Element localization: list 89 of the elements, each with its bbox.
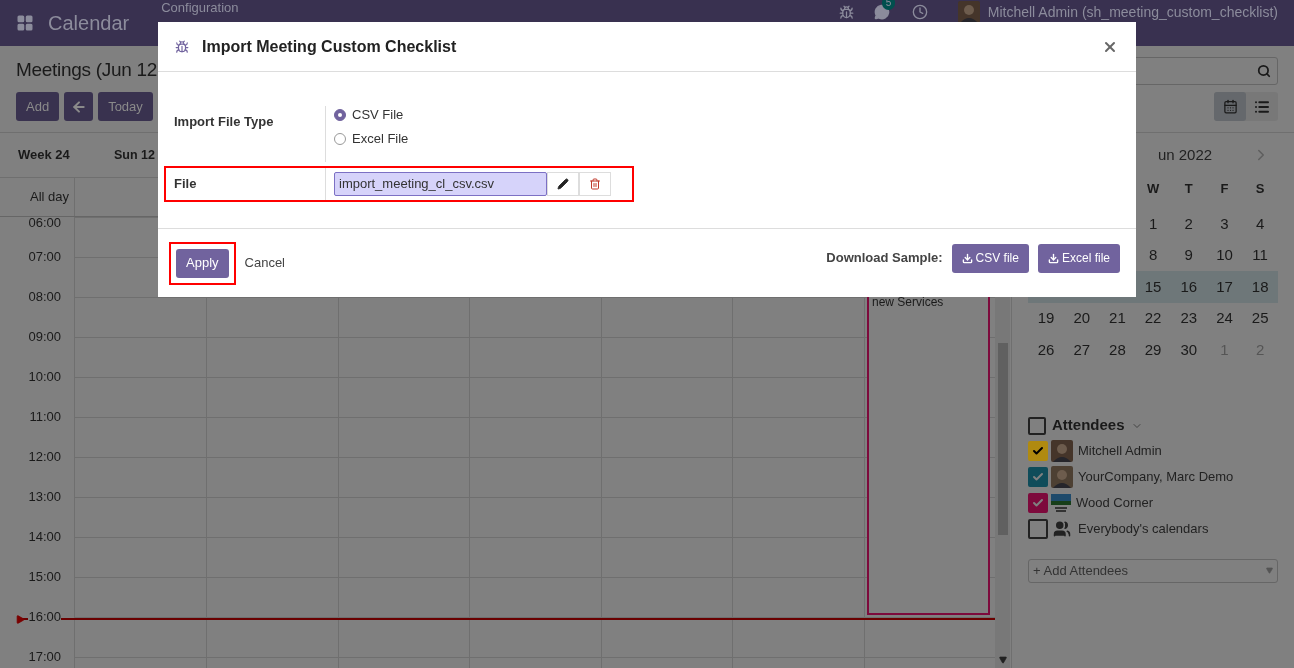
calendar-day[interactable]: 28 xyxy=(1099,338,1136,361)
trash-icon xyxy=(589,178,601,190)
radio-label[interactable]: Excel File xyxy=(352,129,409,149)
calendar-day[interactable]: 8 xyxy=(1135,244,1171,267)
pencil-icon xyxy=(557,178,569,190)
radio-label[interactable]: CSV File xyxy=(352,105,404,125)
apply-button[interactable]: Apply xyxy=(176,248,229,278)
calendar-day[interactable]: 29 xyxy=(1135,338,1171,361)
toolbar-button[interactable]: Add xyxy=(16,92,60,121)
check-icon xyxy=(1032,470,1044,483)
calendar-day[interactable]: 30 xyxy=(1170,338,1207,361)
download-sample-label: Download Sample: xyxy=(826,249,943,268)
calendar-day[interactable]: 15 xyxy=(1135,275,1171,298)
calendar-day[interactable]: 16 xyxy=(1170,275,1207,298)
calendar-view-button[interactable] xyxy=(1214,92,1246,121)
scroll-down-icon[interactable] xyxy=(998,656,1007,664)
download-button[interactable]: CSV file xyxy=(951,243,1029,273)
calendar-day[interactable]: 22 xyxy=(1135,307,1171,330)
weekday-label: W xyxy=(1145,180,1161,199)
checkbox[interactable] xyxy=(1028,440,1048,461)
search-icon[interactable] xyxy=(1257,64,1271,78)
checkbox[interactable] xyxy=(1028,492,1048,513)
calendar-day[interactable]: 1 xyxy=(1135,212,1171,235)
delete-button[interactable] xyxy=(579,172,611,196)
avatar xyxy=(1051,465,1073,488)
calendar-day[interactable]: 24 xyxy=(1206,307,1243,330)
weekday-label: S xyxy=(1254,180,1266,199)
user-menu[interactable]: Mitchell Admin (sh_meeting_custom_checklist) xyxy=(987,1,1278,23)
calendar-day[interactable]: 19 xyxy=(1028,307,1064,330)
dropdown-icon[interactable] xyxy=(1266,567,1273,574)
attendee-name[interactable]: Everybody's calendars xyxy=(1078,518,1209,539)
attendee-name[interactable]: Wood Corner xyxy=(1076,492,1154,513)
debug-icon[interactable] xyxy=(838,4,854,20)
field-label: File xyxy=(174,176,197,191)
checkbox[interactable] xyxy=(1028,518,1048,539)
activity-icon[interactable] xyxy=(911,4,928,20)
avatar xyxy=(957,1,980,23)
day-header[interactable]: Sun 12 xyxy=(75,145,155,165)
download-button[interactable]: Excel file xyxy=(1037,243,1120,273)
month-title: un 2022 xyxy=(1156,144,1213,165)
notification-badge: 5 xyxy=(881,0,896,10)
calendar-day[interactable]: 23 xyxy=(1170,307,1207,330)
calendar-day[interactable]: 3 xyxy=(1206,212,1243,235)
calendar-day[interactable]: 9 xyxy=(1170,244,1207,267)
download-icon xyxy=(961,252,973,264)
file-name-field[interactable]: import_meeting_cl_csv.csv xyxy=(334,172,547,196)
menu-item[interactable]: Configuration xyxy=(161,1,239,15)
calendar-day[interactable]: 17 xyxy=(1206,275,1243,298)
field-label: Import File Type xyxy=(174,114,274,129)
toolbar-button[interactable]: Today xyxy=(98,92,153,121)
check-icon xyxy=(1032,444,1044,457)
weekday-label: T xyxy=(1183,180,1194,199)
users-icon xyxy=(1053,519,1071,538)
list-icon xyxy=(1254,98,1270,115)
app-title: Calendar xyxy=(48,11,130,36)
calendar-day[interactable]: 21 xyxy=(1099,307,1136,330)
radio-button[interactable] xyxy=(334,133,346,145)
calendar-day[interactable]: 18 xyxy=(1242,275,1278,298)
week-number: Week 24 xyxy=(17,146,71,165)
event-title: new Services xyxy=(872,295,944,309)
calendar-day[interactable]: 10 xyxy=(1206,244,1243,267)
attendee-name[interactable]: YourCompany, Marc Demo xyxy=(1078,466,1234,487)
calendar-day[interactable]: 27 xyxy=(1063,338,1100,361)
checkbox[interactable] xyxy=(1028,416,1046,435)
calendar-day[interactable]: 25 xyxy=(1242,307,1278,330)
edit-button[interactable] xyxy=(547,172,579,196)
avatar xyxy=(1051,439,1073,462)
calendar-day[interactable]: 20 xyxy=(1063,307,1100,330)
checkbox[interactable] xyxy=(1028,466,1048,487)
weekday-label: F xyxy=(1219,180,1230,199)
bug-icon xyxy=(175,39,189,54)
page-title: Meetings (Jun 12 xyxy=(16,58,157,82)
all-day-label: All day xyxy=(29,188,69,207)
add-attendees-field[interactable]: + Add Attendees xyxy=(1028,558,1278,583)
apps-menu-icon[interactable] xyxy=(16,14,34,32)
calendar-day[interactable]: 11 xyxy=(1242,244,1278,267)
attendees-title: Attendees xyxy=(1052,415,1125,436)
calendar-day[interactable]: 2 xyxy=(1170,212,1207,235)
download-icon xyxy=(1047,252,1059,264)
company-logo-icon xyxy=(1051,492,1071,513)
attendee-name[interactable]: Mitchell Admin xyxy=(1078,440,1162,461)
calendar-icon xyxy=(1222,99,1238,114)
check-icon xyxy=(1032,496,1044,509)
calendar-day[interactable]: 4 xyxy=(1242,212,1278,235)
cancel-link[interactable]: Cancel xyxy=(244,253,285,273)
calendar-day[interactable]: 26 xyxy=(1028,338,1064,361)
previous-button[interactable] xyxy=(64,92,94,121)
dialog-title: Import Meeting Custom Checklist xyxy=(202,36,457,57)
radio-button[interactable] xyxy=(334,109,346,121)
